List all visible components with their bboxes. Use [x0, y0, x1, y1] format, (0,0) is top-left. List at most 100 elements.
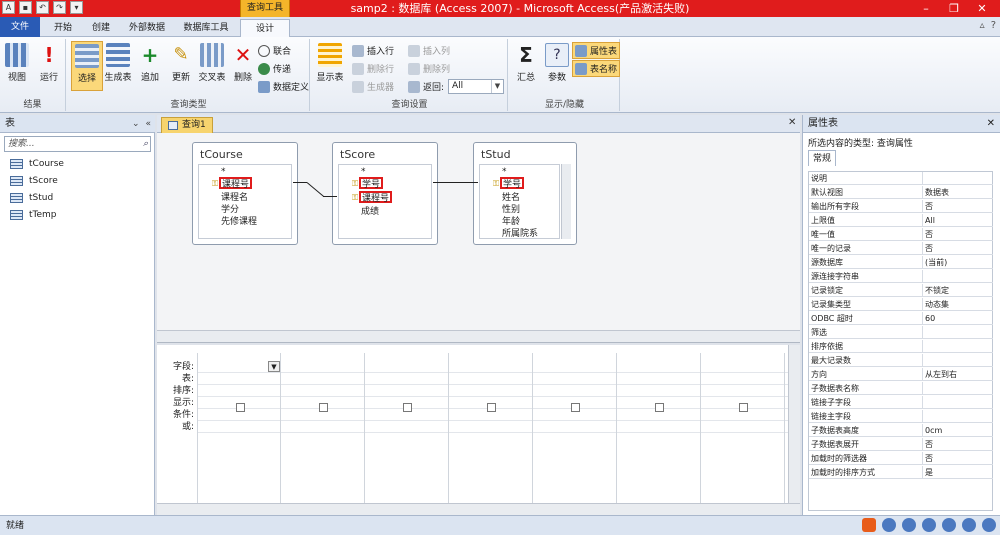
field-list-tstud[interactable]: tStud * ⚿ 学号 姓名 性别 年龄 所属院系 — [473, 142, 577, 245]
nav-item-tscore[interactable]: tScore — [10, 173, 58, 189]
property-row[interactable]: 排序依据 — [809, 340, 993, 353]
close-icon[interactable]: ✕ — [987, 115, 995, 133]
property-value[interactable]: All — [922, 214, 992, 227]
microphone-icon[interactable] — [922, 518, 936, 532]
insert-columns-button[interactable]: 插入列 — [408, 42, 450, 59]
property-value[interactable]: 否 — [922, 228, 992, 241]
field-item[interactable]: 先修课程 — [221, 216, 257, 228]
property-row[interactable]: 子数据表展开 否 — [809, 438, 993, 451]
property-row[interactable]: 子数据表名称 — [809, 382, 993, 395]
property-sheet-button[interactable]: 属性表 — [572, 42, 621, 59]
property-value[interactable]: (当前) — [922, 256, 992, 269]
property-row[interactable]: 默认视图 数据表 — [809, 186, 993, 199]
grid-column[interactable] — [281, 353, 365, 503]
nav-menu-chevron-icon[interactable]: ⌄ — [132, 115, 140, 133]
make-table-button[interactable]: 生成表 — [102, 41, 134, 91]
property-value[interactable] — [922, 410, 992, 423]
property-value[interactable] — [922, 326, 992, 339]
field-item[interactable]: 课程名 — [221, 192, 248, 204]
property-value[interactable] — [922, 340, 992, 353]
field-item-highlighted[interactable]: 课程号 — [219, 177, 253, 190]
property-row[interactable]: 唯一的记录 否 — [809, 242, 993, 255]
tab-database-tools[interactable]: 数据库工具 — [176, 19, 236, 37]
tab-create[interactable]: 创建 — [84, 19, 118, 37]
nav-item-tcourse[interactable]: tCourse — [10, 156, 64, 172]
field-item[interactable]: 姓名 — [502, 192, 520, 204]
nav-item-ttemp[interactable]: tTemp — [10, 207, 57, 223]
property-value[interactable]: 数据表 — [922, 186, 992, 199]
property-value[interactable]: 否 — [922, 452, 992, 465]
property-row[interactable]: 源数据库 (当前) — [809, 256, 993, 269]
grid-column[interactable] — [701, 353, 785, 503]
field-item[interactable]: 成绩 — [361, 206, 379, 218]
grid-horizontal-scrollbar[interactable] — [157, 503, 800, 515]
minimize-icon[interactable]: – — [912, 0, 940, 17]
grid-column[interactable]: ▼ — [197, 353, 281, 503]
grid-column[interactable] — [449, 353, 533, 503]
table-names-button[interactable]: 表名称 — [572, 60, 621, 77]
property-value[interactable]: 60 — [922, 312, 992, 325]
skin-icon[interactable] — [962, 518, 976, 532]
property-value[interactable]: 否 — [922, 242, 992, 255]
property-row[interactable]: 说明 — [809, 172, 993, 185]
property-row[interactable]: 输出所有字段 否 — [809, 200, 993, 213]
data-definition-button[interactable]: 数据定义 — [258, 78, 309, 95]
property-row[interactable]: 加载时的筛选器 否 — [809, 452, 993, 465]
show-checkbox[interactable] — [403, 403, 412, 412]
keyboard-icon[interactable] — [942, 518, 956, 532]
field-item[interactable]: 所属院系 — [502, 228, 538, 240]
pass-through-button[interactable]: 传递 — [258, 60, 291, 77]
view-button[interactable]: 视图 — [1, 41, 33, 91]
field-list-tscore[interactable]: tScore * ⚿ 学号 ⚿ 课程号 成绩 — [332, 142, 438, 245]
property-value[interactable] — [922, 172, 992, 185]
delete-query-button[interactable]: ✕ 删除 — [227, 41, 259, 91]
show-checkbox[interactable] — [571, 403, 580, 412]
show-checkbox[interactable] — [487, 403, 496, 412]
minimize-ribbon-icon[interactable]: ▵ — [980, 20, 985, 31]
crosstab-button[interactable]: 交叉表 — [196, 41, 228, 91]
show-table-button[interactable]: 显示表 — [314, 41, 346, 91]
property-row[interactable]: 最大记录数 — [809, 354, 993, 367]
show-checkbox[interactable] — [319, 403, 328, 412]
join-line[interactable] — [306, 182, 325, 198]
append-button[interactable]: + 追加 — [134, 41, 166, 91]
property-row[interactable]: ODBC 超时 60 — [809, 312, 993, 325]
field-item-highlighted[interactable]: 学号 — [359, 177, 384, 190]
union-button[interactable]: 联合 — [258, 42, 291, 59]
property-row[interactable]: 记录锁定 不锁定 — [809, 284, 993, 297]
help-icon[interactable]: ? — [991, 20, 996, 31]
chevron-down-icon[interactable]: ▼ — [268, 361, 280, 372]
property-value[interactable]: 不锁定 — [922, 284, 992, 297]
field-item[interactable]: 学分 — [221, 204, 239, 216]
select-query-button[interactable]: 选择 — [71, 41, 103, 91]
property-row[interactable]: 方向 从左到右 — [809, 368, 993, 381]
property-row[interactable]: 上限值 All — [809, 214, 993, 227]
property-value[interactable]: 动态集 — [922, 298, 992, 311]
field-list-tcourse[interactable]: tCourse * ⚿ 课程号 课程名 学分 先修课程 — [192, 142, 298, 245]
field-list-scrollbar[interactable] — [561, 164, 571, 239]
punctuation-icon[interactable] — [882, 518, 896, 532]
join-line[interactable] — [323, 196, 337, 197]
sogou-ime-icon[interactable] — [862, 518, 876, 532]
chevron-down-icon[interactable]: ▼ — [491, 80, 503, 93]
save-icon[interactable]: ▪ — [19, 1, 32, 14]
join-line[interactable] — [433, 182, 478, 183]
property-value[interactable]: 从左到右 — [922, 368, 992, 381]
return-select[interactable]: All ▼ — [448, 79, 504, 94]
tab-design[interactable]: 设计 — [240, 19, 290, 37]
property-value[interactable] — [922, 270, 992, 283]
undo-icon[interactable]: ↶ — [36, 1, 49, 14]
emoji-icon[interactable] — [902, 518, 916, 532]
field-item-highlighted[interactable]: 课程号 — [359, 191, 393, 204]
property-value[interactable] — [922, 396, 992, 409]
parameters-button[interactable]: ? 参数 — [541, 41, 573, 91]
tab-external-data[interactable]: 外部数据 — [122, 19, 172, 37]
grid-column[interactable] — [365, 353, 449, 503]
access-app-icon[interactable]: A — [2, 1, 15, 14]
tools-icon[interactable] — [982, 518, 996, 532]
grid-column[interactable] — [533, 353, 617, 503]
delete-rows-button[interactable]: 删除行 — [352, 60, 394, 77]
nav-collapse-icon[interactable]: « — [145, 115, 151, 133]
property-value[interactable]: 否 — [922, 200, 992, 213]
update-button[interactable]: ✎ 更新 — [165, 41, 197, 91]
